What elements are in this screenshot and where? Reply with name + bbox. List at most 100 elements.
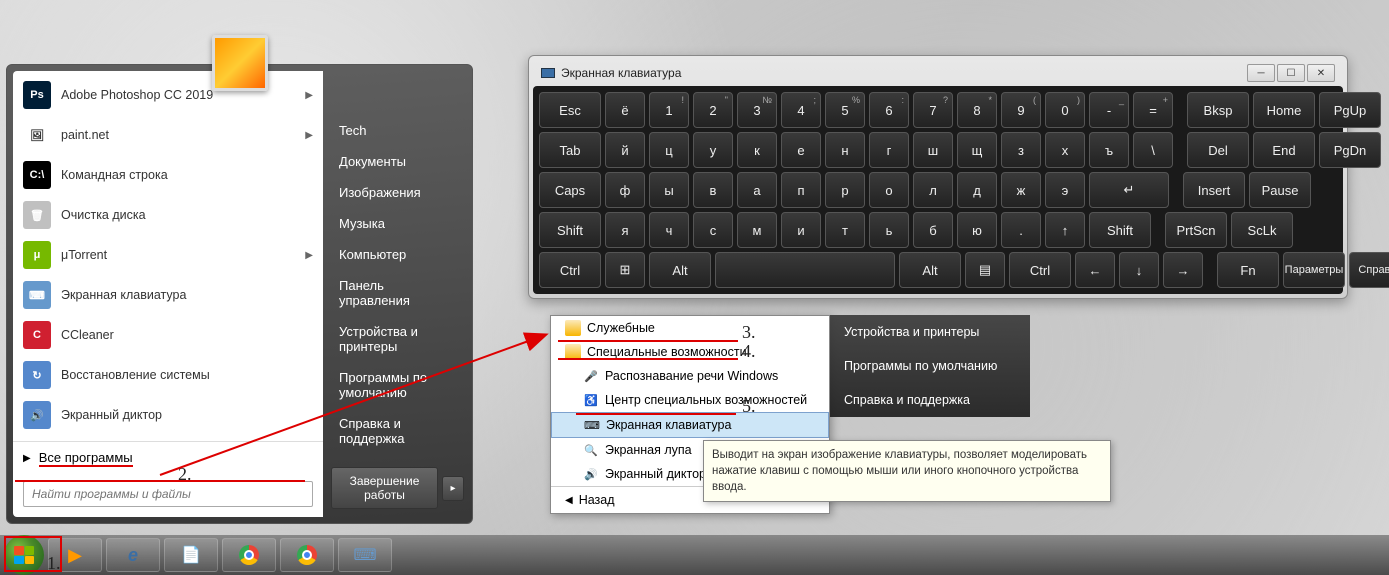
osk-key[interactable]: к <box>737 132 777 168</box>
osk-key[interactable]: Tab <box>539 132 601 168</box>
submenu-app[interactable]: ♿Центр специальных возможностей <box>551 388 829 412</box>
osk-key[interactable]: ф <box>605 172 645 208</box>
taskbar-writer[interactable]: 📄 <box>164 538 218 572</box>
osk-key[interactable]: з <box>1001 132 1041 168</box>
all-programs-button[interactable]: ▶ Все программы <box>13 441 323 475</box>
start-right-item[interactable]: Изображения <box>323 177 472 208</box>
osk-key[interactable]: н <box>825 132 865 168</box>
taskbar-chrome-1[interactable] <box>222 538 276 572</box>
osk-key[interactable]: ScLk <box>1231 212 1293 248</box>
osk-key[interactable]: ← <box>1075 252 1115 288</box>
osk-key[interactable]: 8* <box>957 92 997 128</box>
osk-key[interactable]: =+ <box>1133 92 1173 128</box>
submenu-folder[interactable]: Служебные <box>551 316 829 340</box>
osk-key[interactable]: и <box>781 212 821 248</box>
osk-key[interactable]: а <box>737 172 777 208</box>
osk-key[interactable]: с <box>693 212 733 248</box>
osk-key[interactable]: PgDn <box>1319 132 1381 168</box>
shutdown-options-button[interactable]: ▸ <box>442 476 464 501</box>
osk-key[interactable]: Esc <box>539 92 601 128</box>
submenu-folder[interactable]: Специальные возможности <box>551 340 829 364</box>
osk-key[interactable]: Pause <box>1249 172 1311 208</box>
osk-key[interactable]: ш <box>913 132 953 168</box>
taskbar-chrome-2[interactable] <box>280 538 334 572</box>
osk-key[interactable]: х <box>1045 132 1085 168</box>
osk-key[interactable]: д <box>957 172 997 208</box>
start-right-item[interactable]: Документы <box>323 146 472 177</box>
osk-key[interactable]: PgUp <box>1319 92 1381 128</box>
submenu-app[interactable]: ⌨Экранная клавиатура <box>551 412 829 438</box>
osk-key[interactable]: э <box>1045 172 1085 208</box>
osk-key[interactable]: е <box>781 132 821 168</box>
program-item[interactable]: 🔊Экранный диктор <box>13 395 323 435</box>
osk-key[interactable]: Alt <box>649 252 711 288</box>
program-item[interactable]: 🗑Очистка диска <box>13 195 323 235</box>
osk-key[interactable]: ь <box>869 212 909 248</box>
osk-key[interactable]: Справка <box>1349 252 1389 288</box>
submenu-right-item[interactable]: Программы по умолчанию <box>830 349 1030 383</box>
osk-key[interactable]: 2" <box>693 92 733 128</box>
osk-key[interactable]: 9( <box>1001 92 1041 128</box>
osk-key[interactable]: б <box>913 212 953 248</box>
osk-key[interactable]: т <box>825 212 865 248</box>
osk-key[interactable]: ↵ <box>1089 172 1169 208</box>
osk-key[interactable]: г <box>869 132 909 168</box>
start-right-item[interactable]: Музыка <box>323 208 472 239</box>
osk-key[interactable]: ы <box>649 172 689 208</box>
maximize-button[interactable]: ☐ <box>1277 64 1305 82</box>
osk-key[interactable]: Caps <box>539 172 601 208</box>
shutdown-button[interactable]: Завершение работы <box>331 467 438 509</box>
osk-key[interactable]: 6: <box>869 92 909 128</box>
osk-key[interactable]: ю <box>957 212 997 248</box>
taskbar-osk[interactable]: ⌨ <box>338 538 392 572</box>
osk-key[interactable]: Shift <box>1089 212 1151 248</box>
program-item[interactable]: CCCleaner <box>13 315 323 355</box>
osk-key[interactable]: \ <box>1133 132 1173 168</box>
osk-key[interactable]: ъ <box>1089 132 1129 168</box>
program-item[interactable]: ↻Восстановление системы <box>13 355 323 395</box>
minimize-button[interactable]: ─ <box>1247 64 1275 82</box>
osk-key[interactable]: Home <box>1253 92 1315 128</box>
osk-key[interactable]: Ctrl <box>539 252 601 288</box>
start-right-item[interactable]: Устройства и принтеры <box>323 316 472 362</box>
osk-key[interactable]: я <box>605 212 645 248</box>
osk-key[interactable]: -_ <box>1089 92 1129 128</box>
osk-key[interactable]: р <box>825 172 865 208</box>
start-right-item[interactable]: Программы по умолчанию <box>323 362 472 408</box>
osk-key[interactable]: Fn <box>1217 252 1279 288</box>
osk-key[interactable]: щ <box>957 132 997 168</box>
osk-key[interactable]: Del <box>1187 132 1249 168</box>
search-input[interactable] <box>23 481 313 507</box>
osk-titlebar[interactable]: Экранная клавиатура ─ ☐ ✕ <box>533 60 1343 86</box>
start-right-item[interactable]: Панель управления <box>323 270 472 316</box>
start-right-item[interactable]: Tech <box>323 115 472 146</box>
osk-key[interactable]: й <box>605 132 645 168</box>
osk-key[interactable]: 4; <box>781 92 821 128</box>
program-item[interactable]: μμTorrent▶ <box>13 235 323 275</box>
osk-key[interactable]: End <box>1253 132 1315 168</box>
osk-key[interactable]: Alt <box>899 252 961 288</box>
osk-key[interactable]: ё <box>605 92 645 128</box>
osk-key[interactable]: ц <box>649 132 689 168</box>
osk-key[interactable]: о <box>869 172 909 208</box>
osk-key[interactable]: м <box>737 212 777 248</box>
start-button[interactable] <box>4 535 44 575</box>
osk-key[interactable]: ▤ <box>965 252 1005 288</box>
osk-key[interactable]: Ctrl <box>1009 252 1071 288</box>
start-right-item[interactable]: Справка и поддержка <box>323 408 472 454</box>
start-right-item[interactable]: Компьютер <box>323 239 472 270</box>
program-item[interactable]: ⌨Экранная клавиатура <box>13 275 323 315</box>
osk-key[interactable]: Bksp <box>1187 92 1249 128</box>
osk-key[interactable]: . <box>1001 212 1041 248</box>
close-button[interactable]: ✕ <box>1307 64 1335 82</box>
osk-key[interactable]: 7? <box>913 92 953 128</box>
osk-key[interactable]: ж <box>1001 172 1041 208</box>
taskbar-ie[interactable]: e <box>106 538 160 572</box>
osk-key[interactable]: в <box>693 172 733 208</box>
osk-key[interactable]: Shift <box>539 212 601 248</box>
program-item[interactable]: C:\Командная строка <box>13 155 323 195</box>
osk-key[interactable]: у <box>693 132 733 168</box>
osk-key[interactable]: ч <box>649 212 689 248</box>
osk-key[interactable]: PrtScn <box>1165 212 1227 248</box>
osk-key[interactable]: 1! <box>649 92 689 128</box>
